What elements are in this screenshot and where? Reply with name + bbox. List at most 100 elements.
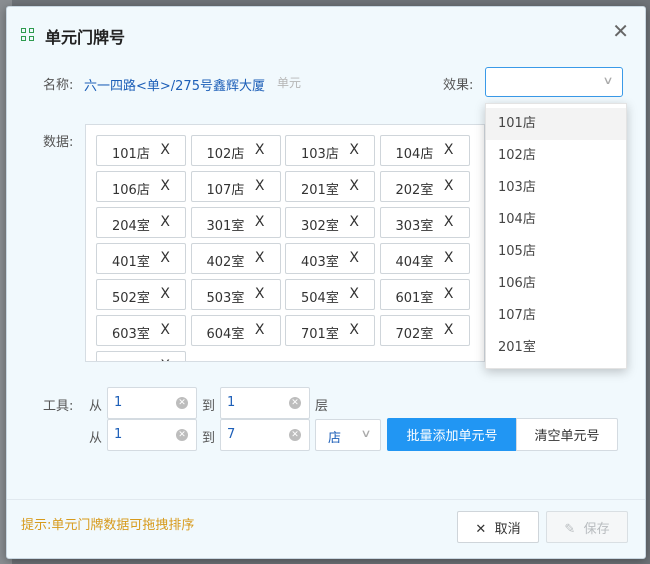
unit-tag-label: 103店: [301, 147, 339, 162]
cancel-button[interactable]: ✕ 取消: [457, 511, 539, 543]
unit-tag[interactable]: 102店 X: [190, 135, 281, 166]
close-icon[interactable]: ✕: [612, 21, 629, 41]
unit-tag[interactable]: 401室 X: [96, 243, 186, 274]
tools-label: 工具:: [43, 399, 74, 414]
clear-icon[interactable]: ✕: [176, 429, 188, 441]
unit-tag[interactable]: 704室 X: [96, 351, 186, 361]
unit-tag-label: 603室: [112, 327, 150, 342]
remove-icon[interactable]: X: [255, 250, 265, 266]
dropdown-option[interactable]: 105店: [486, 236, 626, 268]
from-unit-input[interactable]: 1 ✕: [107, 419, 197, 451]
remove-icon[interactable]: X: [255, 214, 265, 230]
remove-icon[interactable]: X: [160, 358, 170, 361]
to-unit-value: 7: [227, 427, 236, 442]
unit-tag[interactable]: 504室 X: [285, 279, 375, 310]
save-button[interactable]: ✎ 保存: [546, 511, 628, 543]
unit-tag[interactable]: 303室 X: [379, 207, 470, 238]
remove-icon[interactable]: X: [160, 178, 170, 194]
unit-tag[interactable]: 603室 X: [96, 315, 186, 346]
dropdown-option[interactable]: 107店: [486, 300, 626, 332]
unit-tag-label: 503室: [206, 291, 245, 306]
save-label: 保存: [583, 521, 610, 537]
unit-tag-label: 106店: [112, 183, 150, 198]
dropdown-option[interactable]: 106店: [486, 268, 626, 300]
remove-icon[interactable]: X: [349, 178, 359, 194]
unit-tag[interactable]: 502室 X: [96, 279, 186, 310]
cancel-label: 取消: [494, 521, 521, 537]
floor-unit-label: 层: [315, 399, 329, 414]
unit-tag[interactable]: 104店 X: [379, 135, 470, 166]
clear-icon[interactable]: ✕: [176, 397, 188, 409]
remove-icon[interactable]: X: [160, 322, 170, 338]
batch-add-button[interactable]: 批量添加单元号: [387, 418, 517, 451]
clear-icon[interactable]: ✕: [289, 397, 301, 409]
remove-icon[interactable]: X: [444, 250, 454, 266]
remove-icon[interactable]: X: [444, 178, 454, 194]
remove-icon[interactable]: X: [160, 250, 170, 266]
remove-icon[interactable]: X: [255, 178, 265, 194]
unit-type-select[interactable]: 店 ∨: [315, 419, 381, 451]
unit-tag[interactable]: 701室 X: [285, 315, 375, 346]
remove-icon[interactable]: X: [444, 322, 454, 338]
unit-tag[interactable]: 503室 X: [190, 279, 281, 310]
unit-type-value: 店: [328, 431, 342, 446]
unit-tag[interactable]: 202室 X: [379, 171, 470, 202]
remove-icon[interactable]: X: [349, 286, 359, 302]
grid-icon: [21, 28, 35, 42]
unit-tag[interactable]: 601室 X: [379, 279, 470, 310]
unit-tag-label: 403室: [301, 255, 339, 270]
remove-icon[interactable]: X: [349, 322, 359, 338]
unit-tag[interactable]: 403室 X: [285, 243, 375, 274]
chevron-down-icon: ∨: [602, 74, 614, 87]
unit-tag-label: 102店: [206, 147, 245, 162]
effect-select[interactable]: ∨: [485, 67, 623, 97]
unit-tag-label: 301室: [206, 219, 245, 234]
unit-tag[interactable]: 101店 X: [96, 135, 186, 166]
unit-tag-label: 101店: [112, 147, 150, 162]
unit-tag[interactable]: 106店 X: [96, 171, 186, 202]
name-label: 名称:: [43, 78, 74, 93]
unit-tag[interactable]: 103店 X: [285, 135, 375, 166]
unit-tag-label: 302室: [301, 219, 339, 234]
unit-tag[interactable]: 604室 X: [190, 315, 281, 346]
to-unit-input[interactable]: 7 ✕: [220, 419, 310, 451]
clear-icon[interactable]: ✕: [289, 429, 301, 441]
unit-tag-label: 107店: [206, 183, 245, 198]
unit-tag[interactable]: 702室 X: [379, 315, 470, 346]
unit-tag[interactable]: 201室 X: [285, 171, 375, 202]
remove-icon[interactable]: X: [255, 286, 265, 302]
remove-icon[interactable]: X: [255, 322, 265, 338]
unit-tag-label: 702室: [395, 327, 434, 342]
clear-units-button[interactable]: 清空单元号: [516, 418, 618, 451]
remove-icon[interactable]: X: [349, 250, 359, 266]
data-label: 数据:: [43, 135, 74, 150]
from-floor-input[interactable]: 1 ✕: [107, 387, 197, 419]
remove-icon[interactable]: X: [444, 214, 454, 230]
remove-icon[interactable]: X: [444, 286, 454, 302]
remove-icon[interactable]: X: [160, 142, 170, 158]
dropdown-option[interactable]: 201室: [486, 332, 626, 364]
unit-tag-label: 104店: [395, 147, 434, 162]
unit-tag-label: 704室: [112, 359, 150, 361]
unit-tag[interactable]: 301室 X: [190, 207, 281, 238]
unit-tag[interactable]: 302室 X: [285, 207, 375, 238]
unit-tag-label: 604室: [206, 327, 245, 342]
unit-tag-label: 201室: [301, 183, 339, 198]
dropdown-option[interactable]: 103店: [486, 172, 626, 204]
remove-icon[interactable]: X: [349, 142, 359, 158]
to-floor-input[interactable]: 1 ✕: [220, 387, 310, 419]
unit-tag[interactable]: 402室 X: [190, 243, 281, 274]
unit-tag[interactable]: 204室 X: [96, 207, 186, 238]
dropdown-option[interactable]: 101店: [486, 108, 626, 140]
remove-icon[interactable]: X: [160, 286, 170, 302]
remove-icon[interactable]: X: [444, 142, 454, 158]
dropdown-option[interactable]: 102店: [486, 140, 626, 172]
dropdown-option[interactable]: 104店: [486, 204, 626, 236]
footer-divider: [7, 499, 645, 500]
unit-tag[interactable]: 404室 X: [379, 243, 470, 274]
remove-icon[interactable]: X: [160, 214, 170, 230]
dialog-header: 单元门牌号 ✕: [7, 7, 645, 57]
remove-icon[interactable]: X: [255, 142, 265, 158]
unit-tag[interactable]: 107店 X: [190, 171, 281, 202]
remove-icon[interactable]: X: [349, 214, 359, 230]
